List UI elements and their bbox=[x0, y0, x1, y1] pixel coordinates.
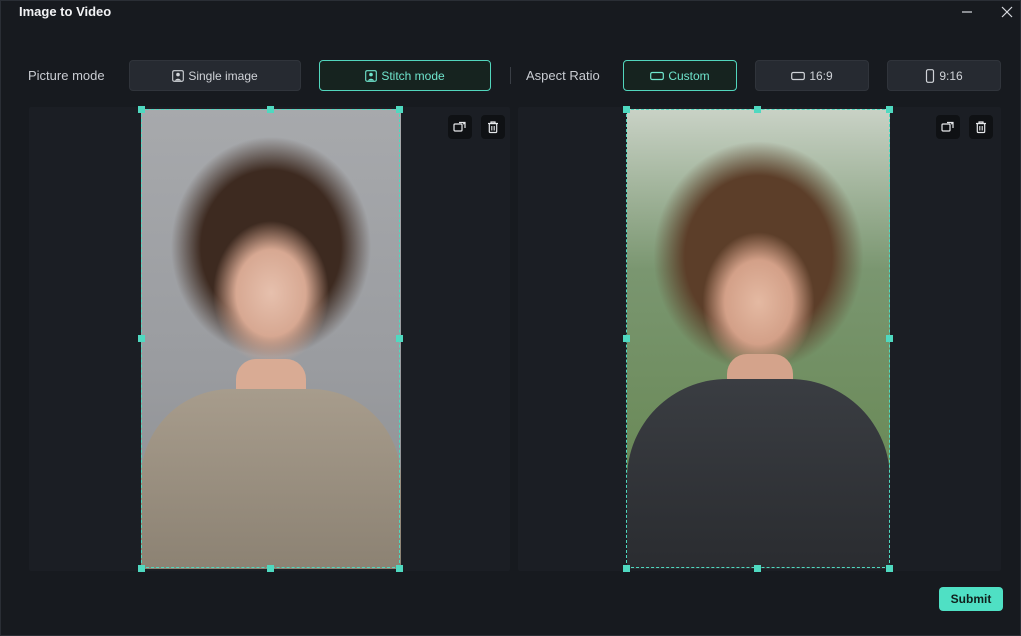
single-image-option[interactable]: Single image bbox=[129, 60, 301, 91]
aspect-16-9-option[interactable]: 16:9 bbox=[755, 60, 869, 91]
picture-mode-label: Picture mode bbox=[28, 68, 105, 83]
stitch-mode-option[interactable]: Stitch mode bbox=[319, 60, 491, 91]
crop-handle-top[interactable] bbox=[754, 106, 761, 113]
replace-icon bbox=[941, 121, 954, 132]
trash-icon bbox=[488, 121, 498, 134]
portrait-image-icon bbox=[172, 69, 185, 82]
crop-handle-bottom[interactable] bbox=[267, 565, 274, 572]
crop-handle-bottom-left[interactable] bbox=[623, 565, 630, 572]
crop-handle-bottom-left[interactable] bbox=[138, 565, 145, 572]
crop-handle-bottom-right[interactable] bbox=[886, 565, 893, 572]
aspect-16-9-label: 16:9 bbox=[809, 68, 833, 83]
aspect-custom-option[interactable]: Custom bbox=[623, 60, 737, 91]
crop-handle-left[interactable] bbox=[623, 335, 630, 342]
stitch-mode-label: Stitch mode bbox=[381, 68, 445, 83]
crop-handle-left[interactable] bbox=[138, 335, 145, 342]
crop-handle-bottom[interactable] bbox=[754, 565, 761, 572]
crop-handle-top-left[interactable] bbox=[138, 106, 145, 113]
divider bbox=[510, 67, 511, 84]
delete-image-button-2[interactable] bbox=[969, 115, 993, 139]
replace-icon bbox=[453, 121, 466, 132]
portrait-rect-icon bbox=[926, 68, 935, 83]
crop-handle-top[interactable] bbox=[267, 106, 274, 113]
aspect-ratio-label: Aspect Ratio bbox=[526, 68, 600, 83]
image-to-video-window: Image to Video Picture mode Single image… bbox=[0, 0, 1021, 636]
minimize-icon bbox=[962, 11, 972, 13]
crop-handle-bottom-right[interactable] bbox=[396, 565, 403, 572]
portrait-image-icon bbox=[365, 69, 378, 82]
title-bar: Image to Video bbox=[1, 1, 1020, 25]
landscape-rect-icon bbox=[791, 71, 806, 80]
aspect-9-16-label: 9:16 bbox=[939, 68, 963, 83]
replace-image-button-2[interactable] bbox=[936, 115, 960, 139]
replace-image-button-1[interactable] bbox=[448, 115, 472, 139]
crop-handle-top-right[interactable] bbox=[886, 106, 893, 113]
aspect-9-16-option[interactable]: 9:16 bbox=[887, 60, 1001, 91]
crop-handle-right[interactable] bbox=[886, 335, 893, 342]
minimize-button[interactable] bbox=[956, 1, 978, 23]
crop-frame-1[interactable] bbox=[141, 109, 400, 568]
delete-image-button-1[interactable] bbox=[481, 115, 505, 139]
crop-handle-top-right[interactable] bbox=[396, 106, 403, 113]
crop-handle-top-left[interactable] bbox=[623, 106, 630, 113]
crop-handle-right[interactable] bbox=[396, 335, 403, 342]
single-image-label: Single image bbox=[188, 68, 258, 83]
submit-button[interactable]: Submit bbox=[939, 587, 1003, 611]
window-title: Image to Video bbox=[19, 4, 112, 19]
crop-frame-2[interactable] bbox=[626, 109, 890, 568]
close-icon bbox=[1001, 6, 1013, 18]
aspect-custom-label: Custom bbox=[668, 68, 710, 83]
landscape-rect-icon bbox=[650, 71, 665, 80]
close-button[interactable] bbox=[996, 1, 1018, 23]
trash-icon bbox=[976, 121, 986, 134]
